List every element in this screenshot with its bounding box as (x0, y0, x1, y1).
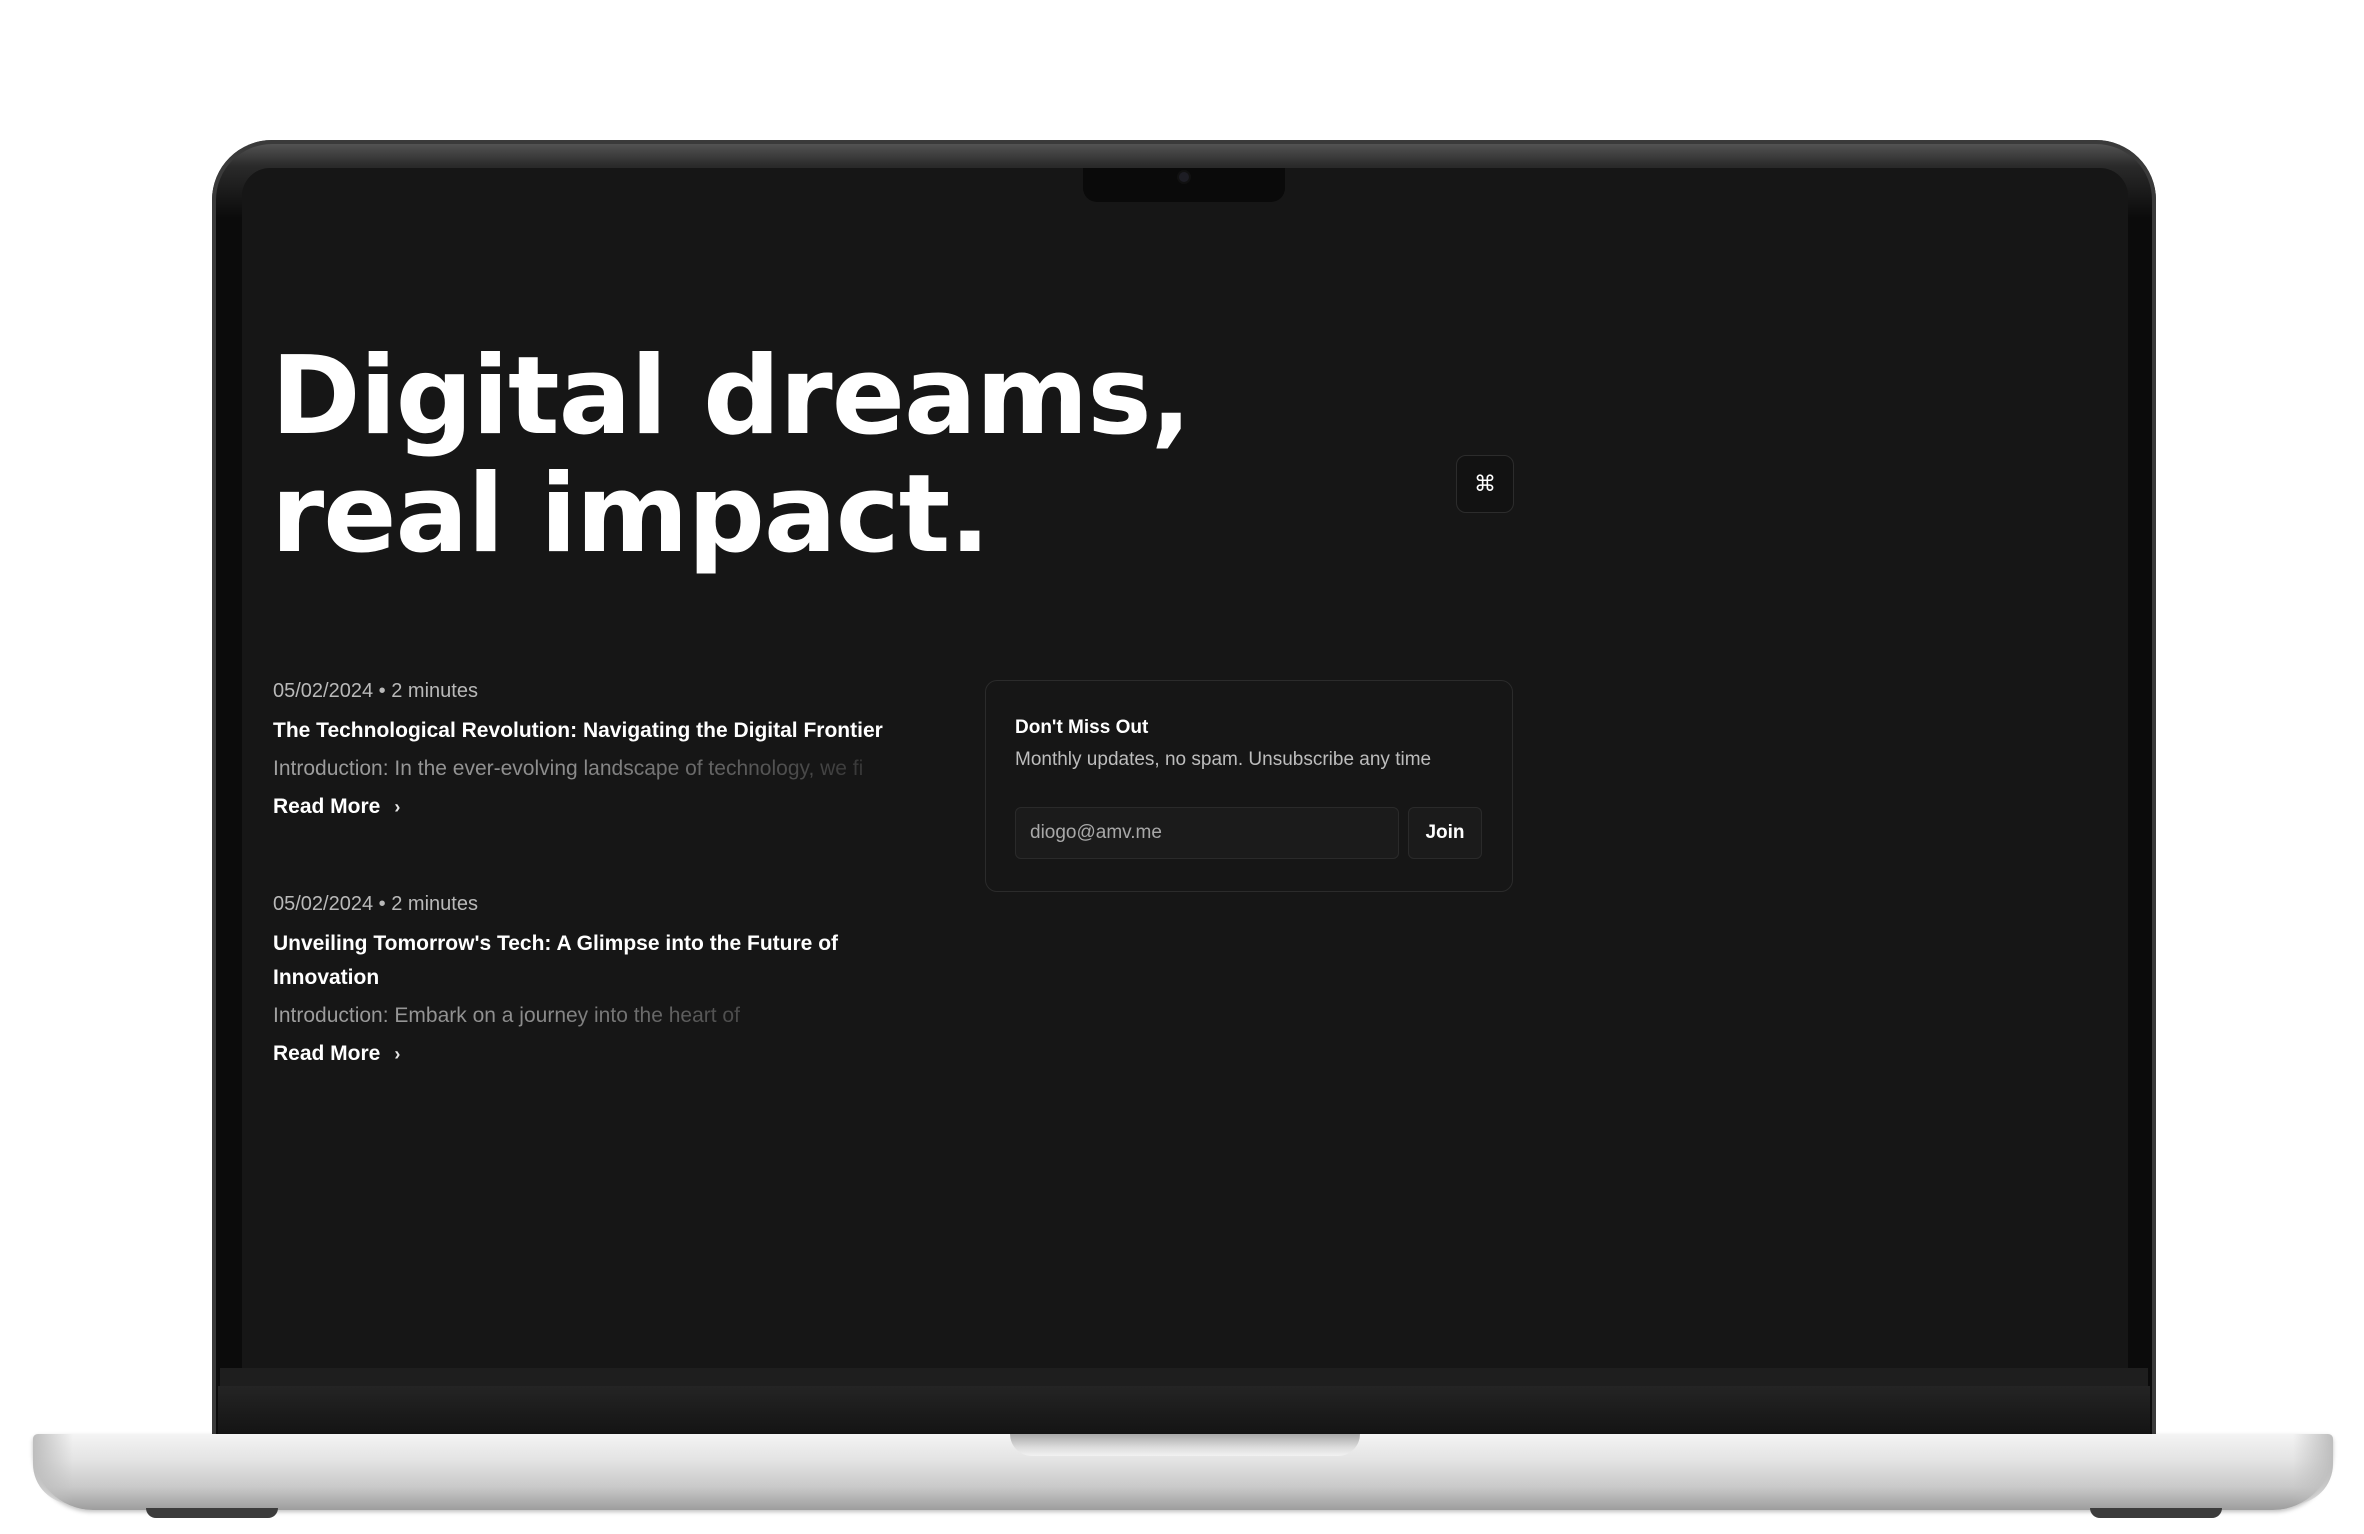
base-edge-left (33, 1434, 73, 1504)
hero-heading: Digital dreams, real impact. (271, 334, 1192, 577)
base-edge-right (2293, 1434, 2333, 1504)
post-date: 05/02/2024 (273, 680, 374, 702)
laptop-foot-right (2090, 1508, 2222, 1518)
hero-line-2: real impact. (271, 452, 990, 577)
screen-chin (220, 1368, 2148, 1386)
post-title[interactable]: Unveiling Tomorrow's Tech: A Glimpse int… (273, 927, 913, 995)
read-more-link[interactable]: Read More › (273, 1039, 400, 1069)
post-meta: 05/02/2024 • 2 minutes (273, 891, 973, 917)
post-meta: 05/02/2024 • 2 minutes (273, 678, 973, 704)
chevron-right-icon: › (394, 1044, 401, 1064)
post-item: 05/02/2024 • 2 minutes Unveiling Tomorro… (273, 891, 973, 1069)
email-field[interactable] (1015, 807, 1399, 859)
read-more-label: Read More (273, 795, 381, 818)
command-icon: ⌘ (1474, 471, 1496, 497)
meta-separator: • (378, 680, 386, 702)
post-read-time: 2 minutes (391, 680, 478, 702)
post-title[interactable]: The Technological Revolution: Navigating… (273, 714, 953, 748)
post-excerpt: Introduction: In the ever-evolving lands… (273, 754, 973, 784)
chevron-right-icon: › (394, 797, 401, 817)
device-mockup: Digital dreams, real impact. ⌘ 05/02/202… (0, 0, 2364, 1534)
laptop-foot-left (146, 1508, 278, 1518)
read-more-link[interactable]: Read More › (273, 792, 400, 822)
base-thumb-notch (1010, 1434, 1360, 1456)
newsletter-title: Don't Miss Out (1015, 717, 1149, 738)
read-more-label: Read More (273, 1042, 381, 1065)
meta-separator: • (378, 893, 386, 915)
camera-icon (1179, 172, 1189, 182)
join-button[interactable]: Join (1408, 807, 1482, 859)
post-item: 05/02/2024 • 2 minutes The Technological… (273, 678, 973, 822)
post-date: 05/02/2024 (273, 893, 374, 915)
newsletter-card: Don't Miss Out Monthly updates, no spam.… (985, 680, 1513, 892)
page-content: Digital dreams, real impact. ⌘ 05/02/202… (242, 168, 2128, 1368)
post-excerpt: Introduction: Embark on a journey into t… (273, 1001, 833, 1031)
laptop-hinge (218, 1386, 2150, 1434)
command-menu-button[interactable]: ⌘ (1456, 455, 1514, 513)
screen: Digital dreams, real impact. ⌘ 05/02/202… (242, 168, 2128, 1368)
post-read-time: 2 minutes (391, 893, 478, 915)
hero-line-1: Digital dreams, (271, 334, 1192, 459)
newsletter-subtitle: Monthly updates, no spam. Unsubscribe an… (1015, 749, 1432, 770)
